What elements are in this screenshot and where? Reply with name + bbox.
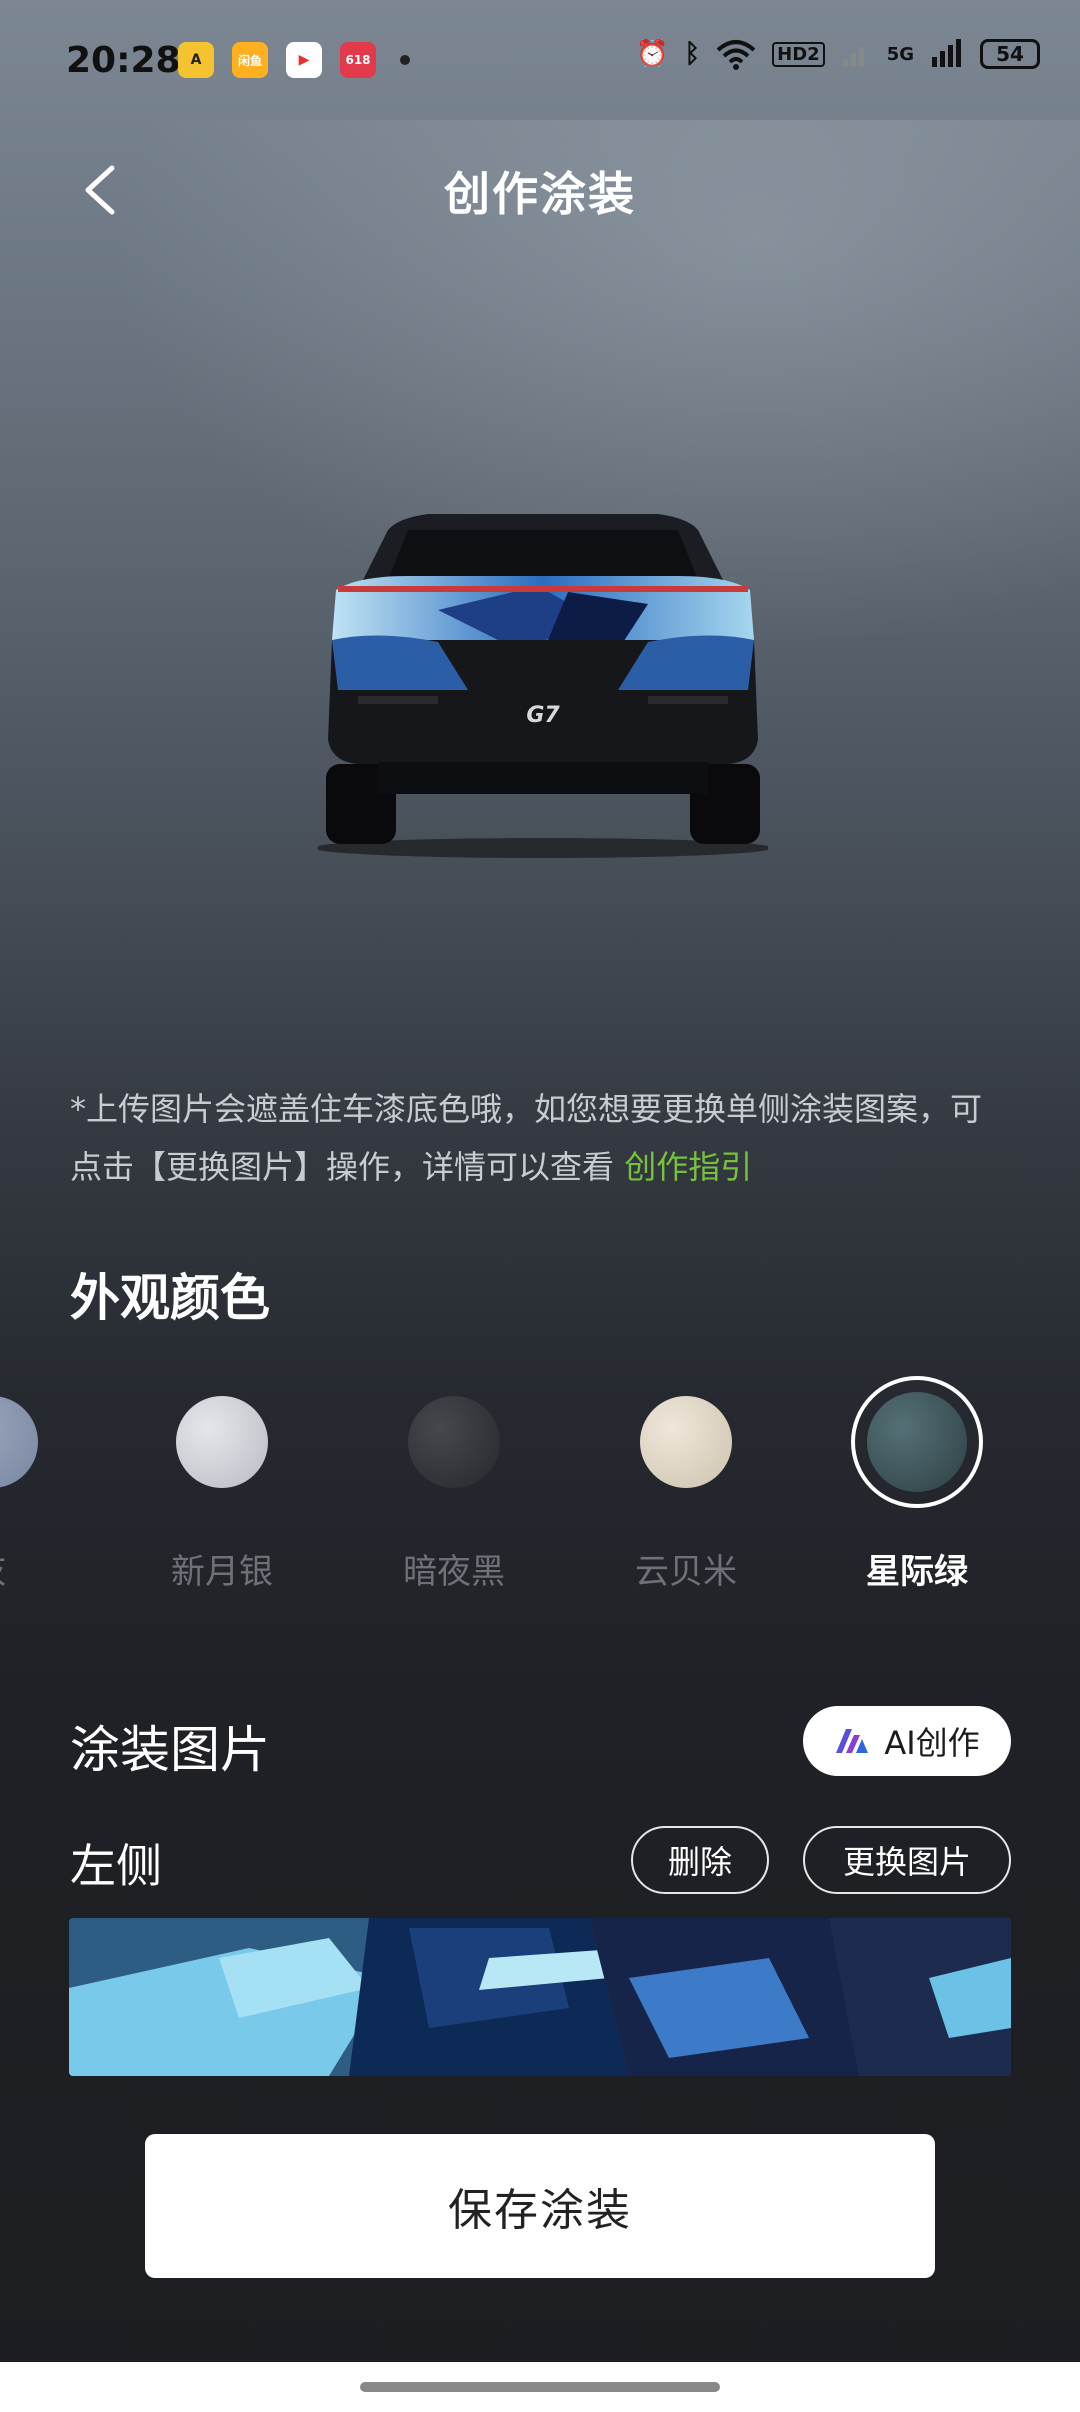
status-time: 20:28 xyxy=(66,40,181,81)
status-bar: 20:28 A 闲鱼 ▶ 618 ⏰ ᛒ HD2 5G 54 xyxy=(0,0,1080,120)
more-notifications-dot xyxy=(400,55,410,65)
amap-app-icon: A xyxy=(178,42,214,78)
xianyu-app-icon: 闲鱼 xyxy=(232,42,268,78)
car-badge: G7 xyxy=(526,703,560,728)
wrap-image-title: 涂装图片 xyxy=(70,1721,270,1779)
signal-sim2-icon xyxy=(842,47,864,67)
save-wrap-button[interactable]: 保存涂装 xyxy=(145,2134,935,2278)
battery-indicator: 54 xyxy=(980,39,1040,69)
wrap-artwork xyxy=(69,1918,1011,2076)
color-swatch-cloud-beige[interactable] xyxy=(640,1396,732,1488)
delete-button[interactable]: 删除 xyxy=(631,1826,769,1894)
ai-create-button[interactable]: AI创作 xyxy=(803,1706,1011,1776)
alarm-icon: ⏰ xyxy=(636,39,669,69)
car-rear-preview: G7 xyxy=(318,514,768,858)
home-indicator[interactable] xyxy=(360,2382,720,2392)
color-label-star-green: 星际绿 xyxy=(866,1552,968,1592)
color-label-night-black: 暗夜黑 xyxy=(403,1552,505,1592)
notification-icons: A 闲鱼 ▶ 618 xyxy=(178,42,410,78)
hd-voice-icon: HD2 xyxy=(772,41,825,67)
left-side-wrap-image[interactable] xyxy=(69,1918,1011,2076)
battery-level: 54 xyxy=(996,42,1024,66)
color-swatch-star-green[interactable] xyxy=(867,1392,967,1492)
notice-text: *上传图片会遮盖住车漆底色哦，如您想要更换单侧涂装图案，可点击【更换图片】操作，… xyxy=(70,1090,983,1186)
exterior-color-title: 外观颜色 xyxy=(70,1269,270,1327)
video-app-icon: ▶ xyxy=(286,42,322,78)
color-swatch-crescent-silver[interactable] xyxy=(176,1396,268,1488)
upload-notice: *上传图片会遮盖住车漆底色哦，如您想要更换单侧涂装图案，可点击【更换图片】操作，… xyxy=(70,1080,1010,1196)
color-label-cloud-beige: 云贝米 xyxy=(635,1552,737,1592)
bluetooth-icon: ᛒ xyxy=(684,39,701,69)
creation-guide-link[interactable]: 创作指引 xyxy=(624,1148,752,1186)
ai-logo-icon xyxy=(836,1729,869,1753)
signal-sim1-icon xyxy=(932,39,961,67)
color-swatch-night-black[interactable] xyxy=(408,1396,500,1488)
system-icons: ⏰ ᛒ HD2 5G 54 xyxy=(636,38,1040,70)
color-label-grey: 灰 xyxy=(0,1544,70,1593)
ai-create-label: AI创作 xyxy=(884,1724,980,1762)
page-title: 创作涂装 xyxy=(444,167,636,221)
color-label-crescent-silver: 新月银 xyxy=(171,1552,273,1592)
shopping-618-app-icon: 618 xyxy=(340,42,376,78)
wifi-icon xyxy=(716,40,756,70)
replace-image-button[interactable]: 更换图片 xyxy=(803,1826,1011,1894)
left-side-label: 左侧 xyxy=(70,1839,162,1893)
network-type-label: 5G xyxy=(886,43,914,65)
